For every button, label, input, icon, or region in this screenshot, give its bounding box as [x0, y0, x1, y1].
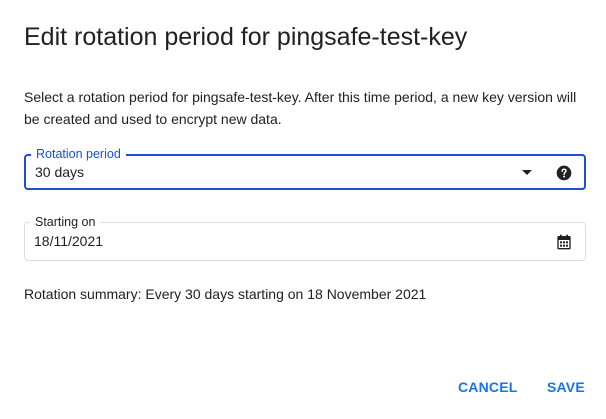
starting-on-label: Starting on: [30, 215, 101, 229]
dialog-title: Edit rotation period for pingsafe-test-k…: [24, 23, 468, 51]
arrow-drop-down-icon[interactable]: [522, 170, 532, 175]
rotation-period-select[interactable]: Rotation period 30 days: [24, 147, 586, 190]
rotation-period-label: Rotation period: [31, 147, 126, 161]
dialog-description: Select a rotation period for pingsafe-te…: [24, 89, 577, 127]
starting-on-value[interactable]: 18/11/2021: [34, 233, 103, 249]
cancel-button[interactable]: CANCEL: [458, 376, 518, 398]
rotation-period-value[interactable]: 30 days: [35, 164, 84, 180]
edit-rotation-dialog: Edit rotation period for pingsafe-test-k…: [0, 0, 606, 419]
starting-on-field[interactable]: Starting on 18/11/2021: [24, 215, 586, 261]
calendar-icon[interactable]: [556, 234, 572, 250]
rotation-summary: Rotation summary: Every 30 days starting…: [24, 286, 427, 302]
help-icon[interactable]: [556, 165, 572, 181]
save-button[interactable]: SAVE: [547, 376, 585, 398]
